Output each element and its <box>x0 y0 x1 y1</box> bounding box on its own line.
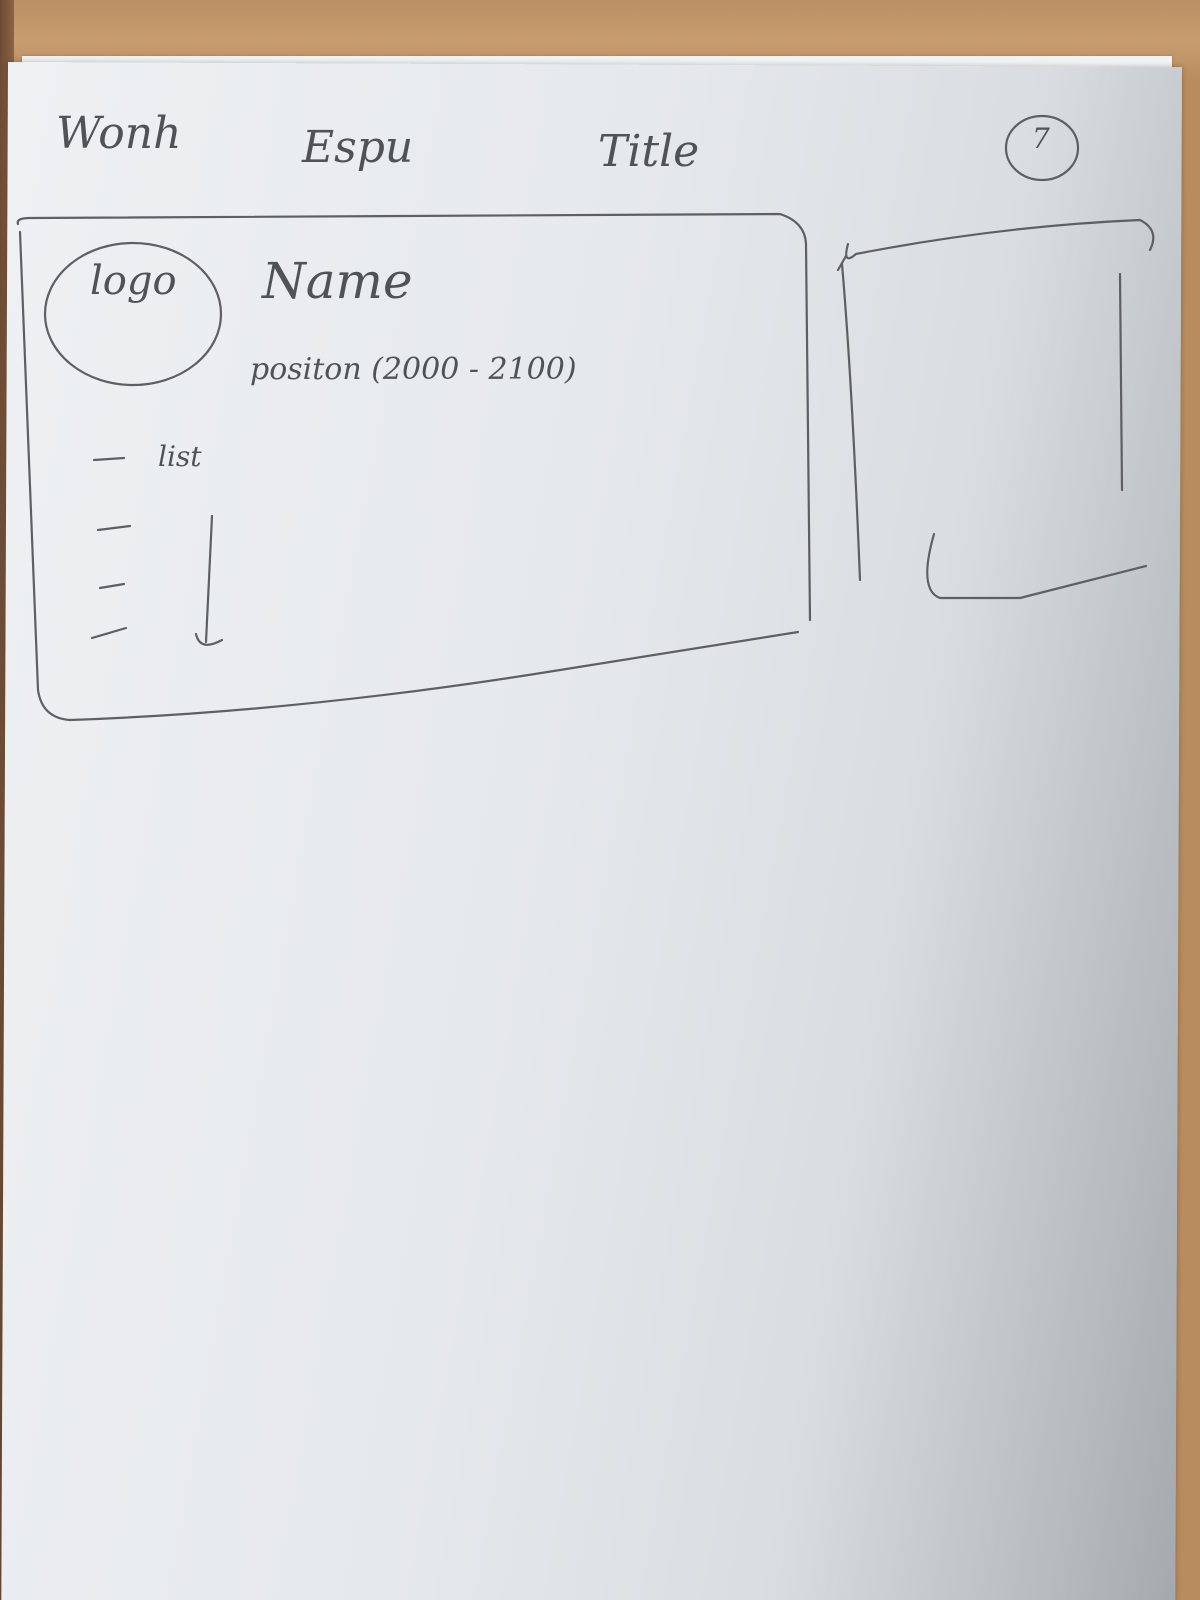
notification-badge-count[interactable]: 7 <box>1032 122 1050 155</box>
nav-item-experience[interactable]: Espu <box>302 122 413 173</box>
list-bullet-4 <box>90 626 128 640</box>
company-logo-label: logo <box>90 258 177 304</box>
list-bullet-3 <box>98 582 126 590</box>
scroll-down-arrow-icon <box>194 514 224 646</box>
side-card <box>836 218 1155 600</box>
list-bullet-2 <box>96 524 132 532</box>
company-name: Name <box>262 252 413 310</box>
nav-item-title[interactable]: Title <box>598 126 699 177</box>
wireframe-sketch <box>16 114 1155 722</box>
list-item-label: list <box>158 440 202 473</box>
position-dates: positon (2000 - 2100) <box>250 352 577 387</box>
nav-item-work[interactable]: Wonh <box>56 108 181 159</box>
list-bullet-1 <box>92 456 126 462</box>
